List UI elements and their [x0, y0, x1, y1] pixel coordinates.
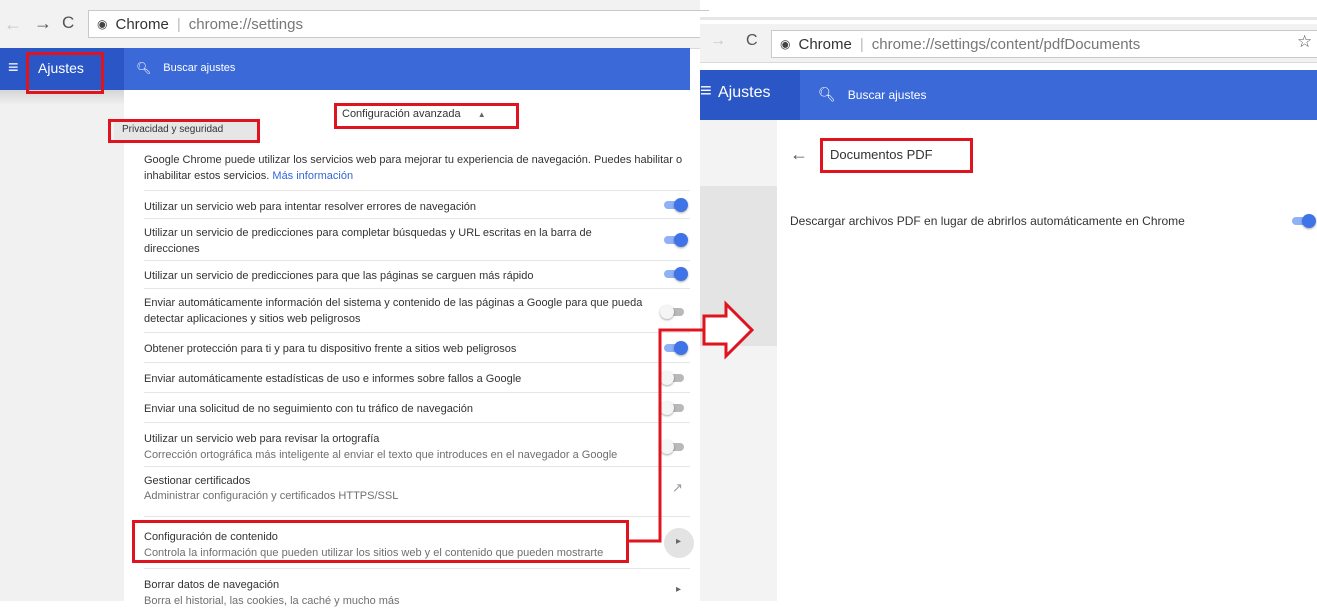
search-icon: 🔍︎ — [136, 61, 152, 75]
search-placeholder: Buscar ajustes — [163, 62, 236, 74]
settings-title: Ajustes — [718, 84, 771, 101]
setting-row-dangerous-sites-protection[interactable]: Obtener protección para ti y para tu dis… — [144, 332, 690, 363]
omnibox-url: chrome://settings/content/pdfDocuments — [871, 35, 1141, 53]
setting-row-description: Borra el historial, las cookies, la cach… — [144, 595, 400, 607]
toggle-search-predictions[interactable] — [662, 233, 688, 247]
left-omnibox[interactable]: ◉ Chrome | chrome://settings — [88, 10, 709, 38]
menu-icon[interactable]: ≡ — [700, 80, 712, 103]
connector-arrow — [629, 300, 755, 543]
intro-text: Google Chrome puede utilizar los servici… — [144, 154, 683, 182]
chevron-right-icon[interactable]: ▸ — [676, 584, 681, 595]
highlight-privacy-section — [108, 119, 260, 143]
forward-arrow-icon[interactable]: → — [34, 13, 52, 34]
bookmark-star-icon[interactable]: ☆ — [1297, 32, 1312, 52]
omnibox-separator: | — [859, 35, 864, 53]
setting-row-search-predictions[interactable]: Utilizar un servicio de predicciones par… — [144, 218, 690, 261]
pdf-download-setting-label: Descargar archivos PDF en lugar de abrir… — [790, 214, 1185, 228]
highlight-advanced-settings — [334, 103, 519, 129]
setting-row-safe-browsing-reports[interactable]: Enviar automáticamente información del s… — [144, 288, 690, 333]
setting-row-label: Enviar automáticamente estadísticas de u… — [144, 373, 522, 385]
search-placeholder: Buscar ajustes — [847, 87, 927, 102]
omnibox-site-label: Chrome — [798, 35, 852, 53]
section-intro: Google Chrome puede utilizar los servici… — [144, 152, 704, 184]
connector-line — [629, 328, 704, 543]
setting-row-page-preload[interactable]: Utilizar un servicio de predicciones par… — [144, 260, 690, 289]
connector-arrowhead — [702, 300, 755, 360]
setting-row-label: Utilizar un servicio de predicciones par… — [144, 227, 592, 255]
omnibox-site-label: Chrome — [115, 15, 169, 33]
setting-row-label: Utilizar un servicio de predicciones par… — [144, 270, 534, 282]
back-arrow-icon[interactable]: ← — [790, 144, 808, 165]
setting-row-label: Utilizar un servicio web para revisar la… — [144, 433, 380, 445]
settings-search[interactable]: 🔍︎ Buscar ajustes — [136, 61, 235, 75]
setting-row-spell-check[interactable]: Utilizar un servicio web para revisar la… — [144, 422, 690, 467]
settings-search[interactable]: 🔍︎ Buscar ajustes — [818, 86, 926, 103]
omnibox-url: chrome://settings — [188, 15, 303, 33]
setting-row-label: Obtener protección para ti y para tu dis… — [144, 343, 517, 355]
setting-row-description: Corrección ortográfica más inteligente a… — [144, 449, 618, 461]
setting-row-label: Gestionar certificados — [144, 475, 251, 487]
right-omnibox[interactable]: ◉ Chrome | chrome://settings/content/pdf… — [771, 30, 1317, 58]
highlight-content-settings — [132, 520, 629, 563]
reload-icon[interactable]: C — [62, 13, 74, 33]
reload-icon[interactable]: C — [746, 32, 758, 50]
setting-row-usage-statistics[interactable]: Enviar automáticamente estadísticas de u… — [144, 362, 690, 393]
omnibox-separator: | — [176, 15, 181, 33]
highlight-ajustes — [26, 52, 104, 94]
forward-arrow-icon[interactable]: → — [710, 32, 726, 50]
right-toolbar-top-line — [700, 17, 1317, 20]
setting-row-label: Enviar una solicitud de no seguimiento c… — [144, 403, 473, 415]
back-arrow-icon[interactable]: ← — [4, 14, 22, 35]
search-icon: 🔍︎ — [818, 86, 836, 102]
setting-row-manage-certificates[interactable]: Gestionar certificados Administrar confi… — [144, 466, 690, 517]
toggle-page-preload[interactable] — [662, 267, 688, 281]
chrome-logo-icon: ◉ — [97, 17, 108, 31]
right-content-card — [777, 120, 1317, 601]
setting-row-clear-browsing-data[interactable]: Borrar datos de navegación Borra el hist… — [144, 568, 690, 607]
setting-row-label: Enviar automáticamente información del s… — [144, 297, 643, 325]
chrome-logo-icon: ◉ — [780, 37, 791, 51]
setting-row-label: Utilizar un servicio web para intentar r… — [144, 201, 476, 213]
highlight-pdf-documents — [820, 138, 973, 173]
toggle-pdf-download[interactable] — [1290, 214, 1316, 228]
setting-row-description: Administrar configuración y certificados… — [144, 490, 399, 502]
toggle-navigation-errors[interactable] — [662, 198, 688, 212]
menu-icon[interactable]: ≡ — [8, 57, 19, 78]
setting-row-do-not-track[interactable]: Enviar una solicitud de no seguimiento c… — [144, 392, 690, 423]
left-gutter — [0, 104, 124, 601]
more-info-link[interactable]: Más información — [272, 170, 353, 182]
setting-row-navigation-errors[interactable]: Utilizar un servicio web para intentar r… — [144, 190, 690, 219]
setting-row-label: Borrar datos de navegación — [144, 579, 280, 591]
